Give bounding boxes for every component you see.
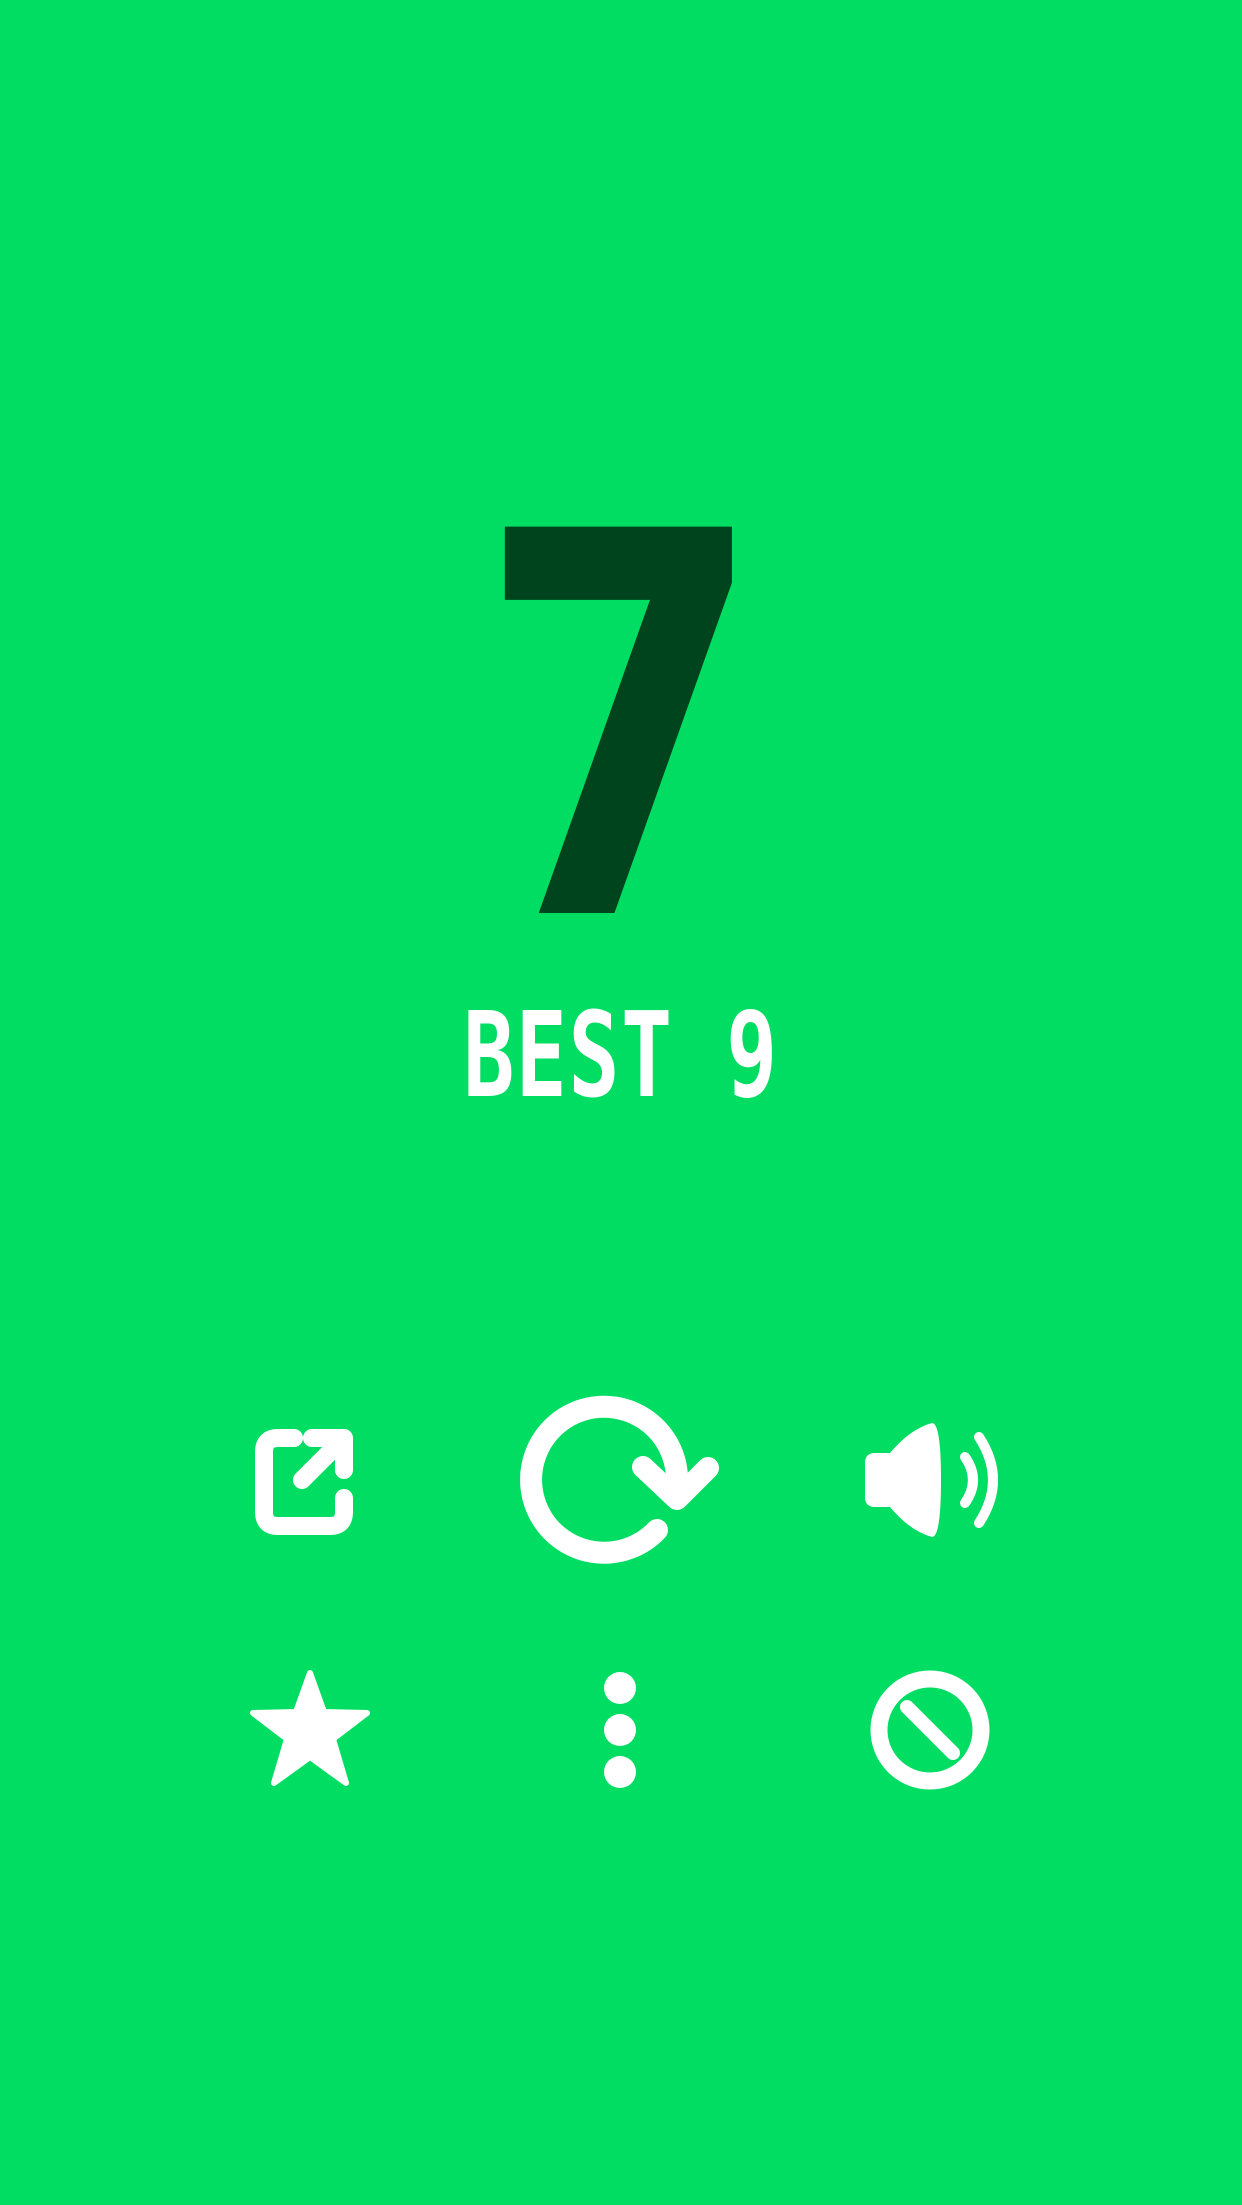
rate-button[interactable]: [245, 1665, 375, 1795]
sound-on-icon: [865, 1423, 998, 1537]
restart-icon: [520, 1395, 719, 1564]
share-icon: [255, 1429, 353, 1535]
more-options-button[interactable]: [580, 1665, 660, 1795]
sound-button[interactable]: [855, 1415, 1015, 1545]
current-score: 7: [477, 421, 765, 1038]
best-score: BEST 9: [463, 986, 779, 1124]
restart-button[interactable]: [510, 1385, 730, 1575]
share-button[interactable]: [240, 1410, 380, 1550]
block-ads-icon: [870, 1670, 990, 1790]
more-options-icon: [604, 1672, 636, 1788]
star-icon: [250, 1670, 370, 1786]
no-ads-button[interactable]: [865, 1665, 995, 1795]
